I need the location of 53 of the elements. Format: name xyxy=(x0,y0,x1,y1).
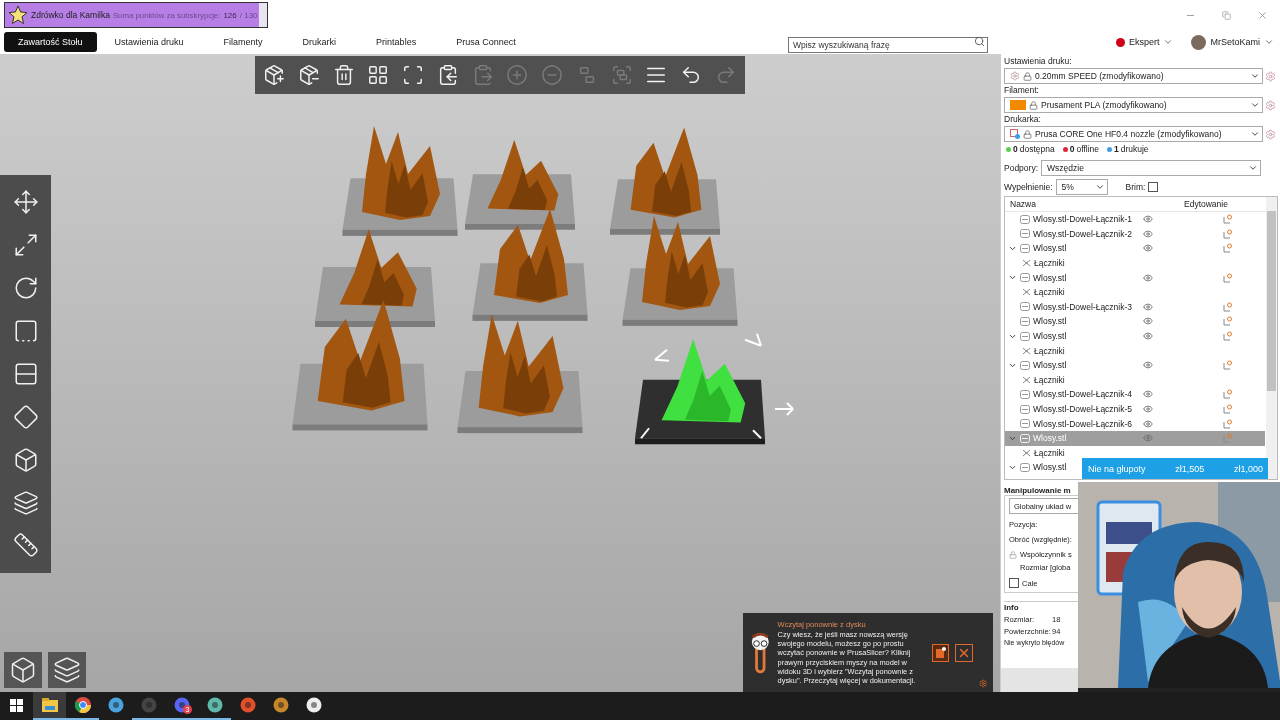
object-name[interactable]: Wlosy.stl xyxy=(1033,243,1067,254)
search-field[interactable]: Wpisz wyszukiwaną frazę xyxy=(787,37,988,53)
field-label: Wypełnienie: xyxy=(1004,182,1053,192)
tab[interactable]: Ustawienia druku xyxy=(100,32,198,52)
filament-dropdown[interactable]: Prusament PLA (zmodyfikowano) xyxy=(1004,97,1263,113)
goal-target: zł1,000 xyxy=(1233,463,1263,474)
goal-current: zł1,505 xyxy=(1175,463,1205,474)
field-label: Drukarka: xyxy=(1004,114,1042,125)
object-name[interactable]: Łączniki xyxy=(1034,287,1065,298)
object-name[interactable]: Łączniki xyxy=(1034,345,1065,356)
goal-name: Nie na głupoty xyxy=(1088,463,1146,474)
status-label: offline xyxy=(1076,144,1099,154)
object-name[interactable]: Wlosy.stl-Dowel-Łącznik-5 xyxy=(1033,404,1133,414)
alert-count: 126 xyxy=(223,10,237,20)
printer-dropdown[interactable]: Prusa CORE One HF0.4 nozzle (zmodyfikowano) xyxy=(1004,126,1263,142)
status-count: 0 xyxy=(1069,144,1075,154)
tab[interactable]: Drukarki xyxy=(288,32,351,52)
infill-dropdown[interactable]: 5% xyxy=(1055,179,1108,195)
tab[interactable]: Printables xyxy=(362,32,431,52)
field-label: Filament: xyxy=(1004,85,1040,96)
field-label: Ustawienia druku: xyxy=(1004,56,1073,67)
tab[interactable]: Prusa Connect xyxy=(442,32,530,52)
object-name[interactable]: Wlosy.stl xyxy=(1033,331,1067,342)
status-count: 0 xyxy=(1013,144,1018,154)
alert-goal: / 130 xyxy=(239,10,258,20)
status-label: drukuje xyxy=(1120,144,1149,154)
object-name[interactable]: Wlosy.stl xyxy=(1033,316,1067,327)
object-name[interactable]: Łączniki xyxy=(1034,258,1065,269)
print-settings-dropdown[interactable]: 0.20mm SPEED (zmodyfikowano) xyxy=(1004,68,1263,84)
group-title: Manipulowanie m xyxy=(1004,486,1072,495)
column-header[interactable]: Edytowanie xyxy=(1184,199,1228,209)
object-name[interactable]: Wlosy.stl xyxy=(1033,462,1067,473)
object-name[interactable]: Wlosy.stl-Dowel-Łącznik-2 xyxy=(1033,228,1133,239)
field-label: Brim: xyxy=(1125,182,1146,192)
object-name[interactable]: Wlosy.stl-Dowel-Łącznik-3 xyxy=(1033,301,1133,312)
alert-title: Zdrówko dla Kamilka xyxy=(31,10,110,20)
status-count: 1 xyxy=(1114,144,1119,154)
object-name[interactable]: Łączniki xyxy=(1034,374,1065,385)
object-name[interactable]: Wlosy.stl-Dowel-Łącznik-6 xyxy=(1033,418,1133,429)
supports-dropdown[interactable]: Wszędzie xyxy=(1041,160,1261,176)
field-label: Podpory: xyxy=(1004,163,1039,173)
mode-label[interactable]: Ekspert xyxy=(1128,37,1160,47)
tab[interactable]: Zawartość Stołu xyxy=(4,32,97,52)
object-name[interactable]: Łączniki xyxy=(1034,447,1065,458)
object-name[interactable]: Wlosy.stl xyxy=(1033,360,1067,371)
group-title: Info xyxy=(1004,603,1020,612)
object-name[interactable]: Wlosy.stl-Dowel-Łącznik-4 xyxy=(1033,389,1133,400)
column-header[interactable]: Nazwa xyxy=(1010,199,1184,209)
object-name[interactable]: Wlosy.stl xyxy=(1033,272,1067,283)
status-label: dostępna xyxy=(1019,144,1055,154)
user-name[interactable]: MrSetoKami xyxy=(1210,37,1260,47)
object-name[interactable]: Wlosy.stl-Dowel-Łącznik-1 xyxy=(1033,214,1133,225)
tab[interactable]: Filamenty xyxy=(209,32,277,52)
